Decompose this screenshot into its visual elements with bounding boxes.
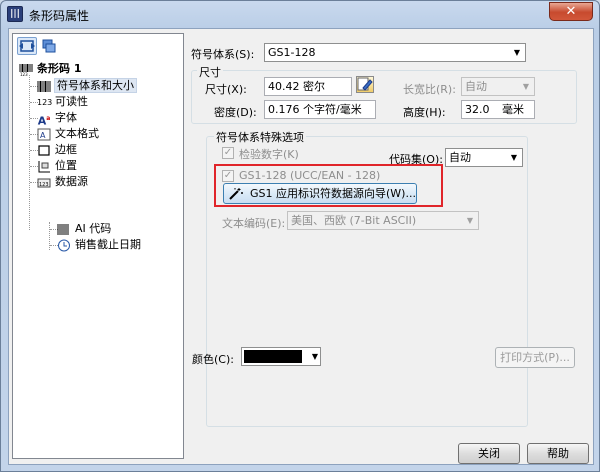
density-label: 密度(D):	[214, 106, 257, 119]
pencil-edit-icon	[357, 77, 373, 91]
svg-text:A: A	[40, 131, 46, 140]
property-tree-pane: 123 条形码 1 符号体系和大小 123 可读性 Aa 字体 A 文本格式 边…	[12, 33, 184, 459]
data-source-icon: 123	[37, 176, 51, 189]
symbology-label: 符号体系(S):	[191, 48, 255, 61]
window-close-button[interactable]: ✕	[549, 2, 593, 21]
tree-item-font[interactable]: Aa 字体	[37, 110, 77, 128]
dialog-client-area: 123 条形码 1 符号体系和大小 123 可读性 Aa 字体 A 文本格式 边…	[8, 28, 594, 465]
text-encoding-label: 文本编码(E):	[222, 217, 286, 230]
tree-item-symbology-size[interactable]: 符号体系和大小	[37, 78, 137, 94]
density-input[interactable]: 0.176 个字符/毫米	[264, 100, 376, 119]
symbology-options-title: 符号体系特殊选项	[214, 129, 306, 145]
chevron-down-icon: ▼	[513, 48, 521, 57]
check-digit-checkbox[interactable]: ✓	[222, 147, 234, 159]
color-fill	[244, 350, 302, 363]
barcode-icon: 123	[19, 63, 33, 77]
gs1-ai-wizard-button[interactable]: GS1 应用标识符数据源向导(W)...	[223, 183, 417, 204]
text-format-icon: A	[37, 128, 51, 141]
tree-item-readability[interactable]: 123 可读性	[37, 94, 88, 110]
tree-item-barcode-1[interactable]: 123 条形码 1	[19, 61, 81, 77]
window-title: 条形码属性	[29, 9, 90, 23]
chevron-down-icon: ▼	[510, 153, 518, 162]
readable-123-icon: 123	[37, 97, 53, 107]
aspect-ratio-label: 长宽比(R):	[403, 83, 456, 96]
text-encoding-select[interactable]: 美国、西欧 (7-Bit ASCII) ▼	[287, 211, 479, 230]
check-digit-label: 检验数字(K)	[239, 148, 299, 161]
font-icon: Aa	[37, 114, 51, 128]
svg-text:123: 123	[20, 72, 28, 76]
svg-text:123: 123	[39, 182, 49, 188]
title-bar: ||| 条形码属性 ✕	[1, 1, 599, 27]
color-label: 颜色(C):	[192, 353, 234, 366]
chevron-down-icon: ▼	[466, 216, 474, 225]
print-mode-button[interactable]: 打印方式(P)...	[495, 347, 575, 368]
aspect-ratio-select[interactable]: 自动 ▼	[461, 77, 535, 96]
tree-item-position[interactable]: 位置	[37, 158, 77, 174]
tree-item-ai-code[interactable]: AI 代码	[57, 221, 111, 237]
ai-code-icon	[57, 223, 71, 236]
tree-item-border[interactable]: 边框	[37, 142, 77, 158]
group-view-button[interactable]	[39, 37, 59, 55]
height-label: 高度(H):	[403, 106, 446, 119]
expand-arrows-icon	[19, 40, 35, 52]
edit-size-button[interactable]	[356, 76, 374, 93]
codeset-select[interactable]: 自动 ▼	[445, 148, 523, 167]
clock-icon	[57, 239, 71, 252]
size-input[interactable]: 40.42 密尔	[264, 77, 352, 96]
expand-view-button[interactable]	[17, 37, 37, 55]
tree-item-sell-by-date[interactable]: 销售截止日期	[57, 237, 141, 253]
tree-line	[29, 75, 30, 230]
chevron-down-icon: ▼	[311, 352, 318, 361]
magic-wand-icon	[228, 187, 244, 201]
symbology-select[interactable]: GS1-128 ▼	[264, 43, 526, 62]
barcode-app-icon: |||	[7, 6, 23, 22]
height-input[interactable]: 32.0 毫米	[461, 100, 535, 119]
size-label: 尺寸(X):	[205, 83, 247, 96]
tree-item-text-format[interactable]: A 文本格式	[37, 126, 99, 142]
tree-toolbar	[15, 36, 181, 58]
chevron-down-icon: ▼	[522, 82, 530, 91]
barcode-properties-window: ||| 条形码属性 ✕ 123 条形码 1 符号体系和大小 123 可读性 Aa…	[0, 0, 600, 472]
border-icon	[37, 144, 51, 157]
gs1-128-checkbox[interactable]: ✓	[222, 170, 234, 182]
barcode-bars-icon	[37, 80, 51, 93]
position-icon	[37, 160, 51, 173]
size-group-title: 尺寸	[197, 64, 223, 80]
stacked-pages-icon	[42, 39, 56, 53]
tree-item-data-source[interactable]: 123 数据源	[37, 174, 88, 190]
color-picker[interactable]: ▼	[241, 347, 321, 366]
close-button[interactable]: 关闭	[458, 443, 520, 464]
gs1-128-label: GS1-128 (UCC/EAN - 128)	[239, 169, 381, 182]
help-button[interactable]: 帮助	[527, 443, 589, 464]
height-unit: 毫米	[502, 103, 524, 116]
